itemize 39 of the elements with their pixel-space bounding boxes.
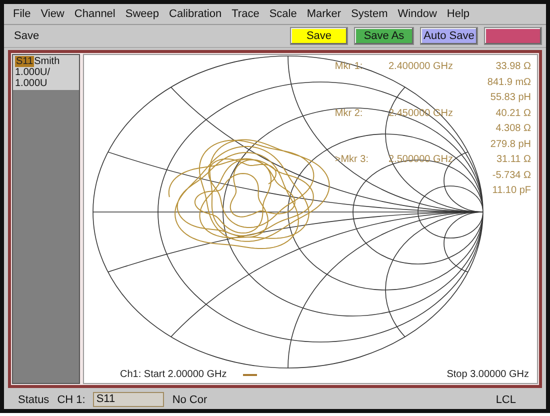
softkey-button[interactable]: Save: [290, 27, 348, 45]
menu-item[interactable]: File: [8, 8, 36, 20]
scale-label: 1.000U/: [15, 67, 52, 78]
marker-reading: 33.98 Ω: [494, 60, 531, 74]
trace-panel[interactable]: S11Smith 1.000U/ 1.000U: [13, 55, 79, 90]
channel-label: CH 1:: [57, 394, 86, 406]
format-label: Smith: [34, 56, 60, 67]
menu-item[interactable]: Calibration: [164, 8, 227, 20]
stop-frequency: Stop 3.00000 GHz: [446, 369, 529, 380]
marker-reading: 55.83 pH: [489, 91, 531, 105]
marker-reading: -5.734 Ω: [491, 168, 531, 182]
marker-reading: 4.308 Ω: [494, 122, 531, 136]
scale-label: 1.000U: [15, 78, 48, 89]
menu-item[interactable]: Channel: [69, 8, 120, 20]
menu-item[interactable]: Scale: [264, 8, 302, 20]
mode-status: LCL: [496, 394, 516, 406]
menu-item[interactable]: View: [36, 8, 70, 20]
menu-item[interactable]: System: [346, 8, 393, 20]
marker-label: Mkr 2:: [334, 106, 364, 120]
menu-item[interactable]: Help: [442, 8, 475, 20]
status-label: Status: [18, 394, 50, 406]
menu-item[interactable]: Marker: [302, 8, 346, 20]
correction-status: No Cor: [172, 394, 208, 406]
trace-label: S11: [15, 56, 34, 67]
parameter-field: S11: [93, 392, 164, 407]
marker-reading: 40.21 Ω: [494, 106, 531, 120]
menu-item[interactable]: Window: [392, 8, 442, 20]
marker-reading: 279.8 pH: [489, 138, 531, 152]
toolbar-title: Save: [14, 30, 40, 42]
menu-item[interactable]: Sweep: [120, 8, 164, 20]
softkey-button[interactable]: Save As: [354, 27, 414, 45]
marker-frequency: 2.400000 GHz: [388, 60, 453, 74]
marker-reading: 11.10 pF: [491, 184, 531, 198]
start-frequency: Ch1: Start 2.00000 GHz: [120, 369, 227, 380]
marker-reading: 841.9 mΩ: [486, 76, 531, 90]
menu-item[interactable]: Trace: [226, 8, 264, 20]
blank-softkey-button[interactable]: [484, 27, 542, 45]
marker-reading: 31.11 Ω: [495, 153, 531, 167]
softkey-button[interactable]: Auto Save: [420, 27, 478, 45]
